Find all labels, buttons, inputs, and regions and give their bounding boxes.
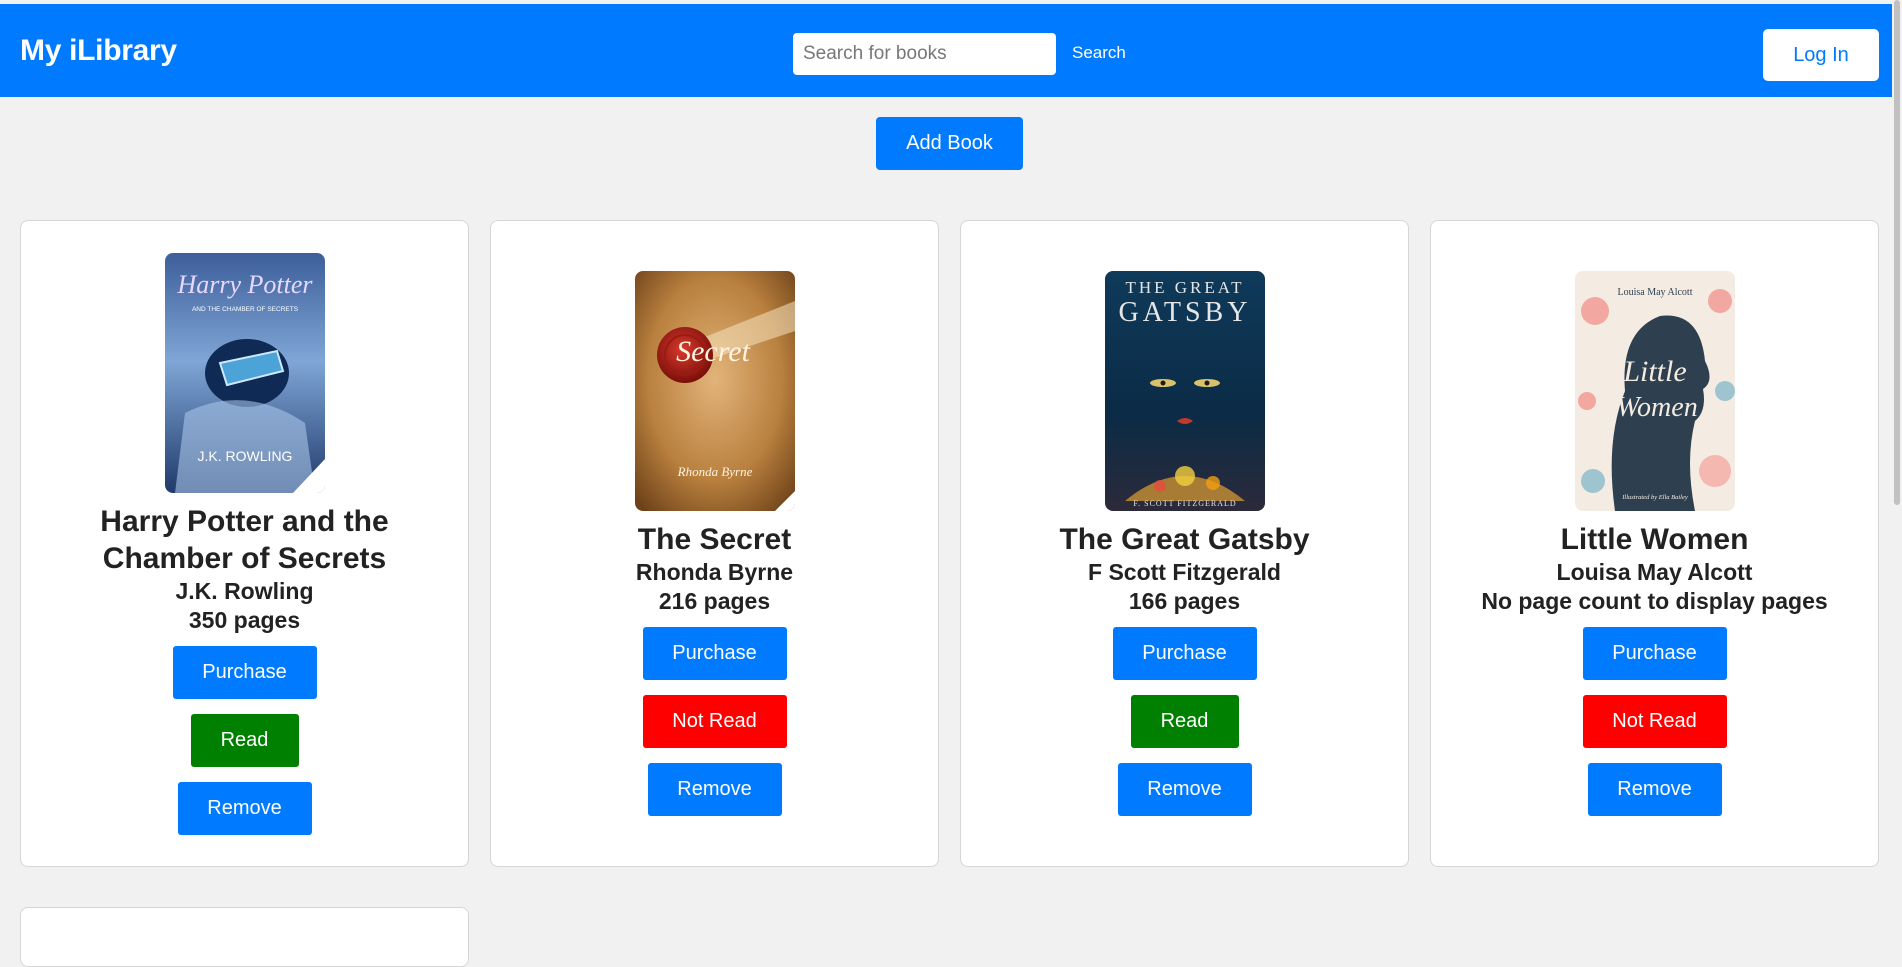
read-status-button[interactable]: Read	[1130, 695, 1239, 748]
remove-button[interactable]: Remove	[647, 763, 782, 816]
remove-button[interactable]: Remove	[1117, 763, 1252, 816]
cover-author-text: J.K. ROWLING	[197, 448, 292, 464]
read-status-button[interactable]: Not Read	[1582, 695, 1727, 748]
book-pages: No page count to display pages	[1481, 588, 1828, 614]
book-card: Harry Potter AND THE CHAMBER OF SECRETS …	[20, 220, 469, 867]
book-card	[20, 907, 469, 967]
remove-button[interactable]: Remove	[1587, 763, 1722, 816]
brand-logo[interactable]: My iLibrary	[20, 34, 177, 68]
cover-subtitle-text: AND THE CHAMBER OF SECRETS	[191, 306, 298, 313]
cover-title-text: Secret	[676, 335, 751, 368]
purchase-button[interactable]: Purchase	[642, 627, 787, 680]
book-cover-image: Harry Potter AND THE CHAMBER OF SECRETS …	[164, 252, 325, 493]
book-title: The Secret	[637, 523, 792, 556]
purchase-button[interactable]: Purchase	[1582, 627, 1727, 680]
book-card: THE GREAT GATSBY F. SCOTT FITZGERALD The…	[960, 220, 1409, 867]
purchase-button[interactable]: Purchase	[1112, 627, 1257, 680]
book-author: Rhonda Byrne	[635, 559, 794, 585]
book-cover-image: Louisa May Alcott Little Women Illustrat…	[1574, 271, 1735, 511]
search-input[interactable]	[793, 33, 1056, 75]
book-title: The Great Gatsby	[1059, 523, 1310, 556]
search-button[interactable]: Search	[1072, 43, 1126, 63]
cover-author-text: F. SCOTT FITZGERALD	[1133, 499, 1236, 508]
read-status-button[interactable]: Read	[190, 713, 299, 767]
book-card: Louisa May Alcott Little Women Illustrat…	[1430, 220, 1879, 867]
book-pages: 350 pages	[188, 606, 301, 633]
cover-title-text: Little	[1622, 355, 1686, 388]
purchase-button[interactable]: Purchase	[172, 645, 317, 699]
book-author: Louisa May Alcott	[1556, 559, 1753, 585]
book-title: Little Women	[1560, 523, 1749, 556]
cover-author-text: Rhonda Byrne	[676, 464, 752, 479]
book-author: F Scott Fitzgerald	[1088, 559, 1281, 585]
cover-title-text: Women	[1616, 392, 1697, 423]
scrollbar[interactable]	[1892, 0, 1902, 937]
book-cover-image: Secret Rhonda Byrne	[634, 271, 795, 511]
add-book-button[interactable]: Add Book	[876, 117, 1023, 170]
book-cover-image: THE GREAT GATSBY F. SCOTT FITZGERALD	[1104, 271, 1265, 511]
cover-author-text: Louisa May Alcott	[1617, 287, 1692, 298]
book-card: Secret Rhonda Byrne The Secret Rhonda By…	[490, 220, 939, 867]
remove-button[interactable]: Remove	[177, 781, 312, 835]
cover-title-text: GATSBY	[1118, 297, 1251, 328]
cover-title-text: Harry Potter	[176, 270, 313, 299]
cover-illustrator-text: Illustrated by Ella Bailey	[1621, 494, 1688, 501]
book-title: Harry Potter and the Chamber of Secrets	[100, 504, 389, 575]
book-author: J.K. Rowling	[175, 577, 314, 604]
login-button[interactable]: Log In	[1763, 29, 1879, 81]
book-pages: 216 pages	[658, 588, 771, 614]
scrollbar-thumb[interactable]	[1894, 0, 1900, 505]
read-status-button[interactable]: Not Read	[642, 695, 787, 748]
cover-title-text: THE GREAT	[1125, 278, 1244, 297]
top-navbar: My iLibrary Search Log In	[0, 4, 1902, 97]
book-pages: 166 pages	[1128, 588, 1241, 614]
